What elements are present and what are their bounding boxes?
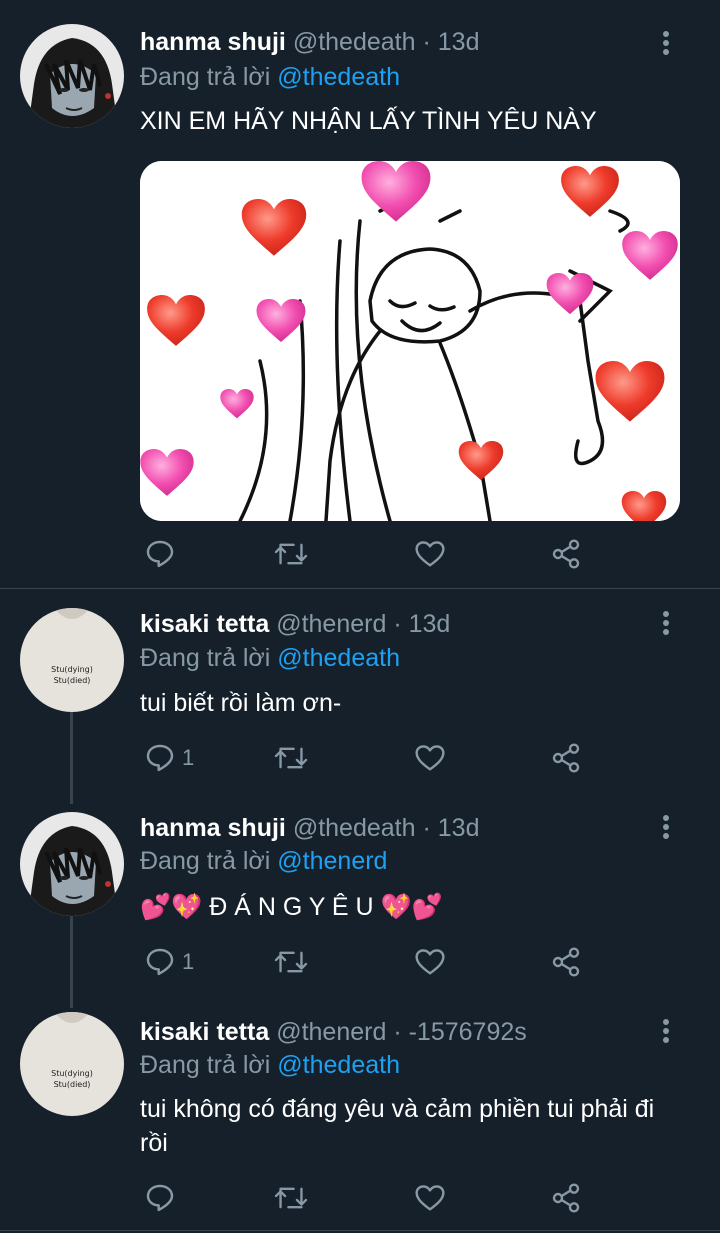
tweet-media-image[interactable]: [140, 161, 680, 521]
share-icon: [552, 1183, 580, 1213]
more-options-button[interactable]: [656, 28, 676, 58]
hearts-meme-image: [140, 161, 680, 521]
user-handle[interactable]: @thedeath: [293, 814, 416, 842]
avatar[interactable]: Stu(dying) Stu(died): [20, 1012, 124, 1116]
anime-avatar-icon: [20, 812, 124, 916]
tweet[interactable]: Stu(dying) Stu(died) kisaki tetta @thene…: [0, 604, 720, 804]
tweet[interactable]: hanma shuji @thedeath · 13d Đang trả lời…: [0, 808, 720, 1008]
tweet[interactable]: Stu(dying) Stu(died) kisaki tetta @thene…: [0, 1012, 720, 1230]
like-button[interactable]: [414, 1178, 446, 1218]
divider: [0, 1230, 720, 1231]
tweet-actions: 1: [140, 942, 610, 982]
avatar[interactable]: [20, 812, 124, 916]
retweet-button[interactable]: [274, 738, 308, 778]
reply-icon: [146, 540, 174, 568]
more-options-button[interactable]: [656, 608, 676, 638]
reply-icon: [146, 1184, 174, 1212]
retweet-icon: [274, 1187, 308, 1209]
anime-avatar-icon: [20, 24, 124, 128]
reply-button[interactable]: [144, 1178, 182, 1218]
tweet-text: 💕💖 Đ Á N G Y Ê U 💖💕: [140, 893, 443, 921]
tweet-actions: [140, 1178, 610, 1218]
shirt-text-line1: Stu(dying): [51, 665, 93, 674]
share-button[interactable]: [550, 1178, 582, 1218]
reply-context: Đang trả lời @thedeath: [140, 1048, 400, 1082]
retweet-button[interactable]: [274, 1178, 308, 1218]
reply-prefix: Đang trả lời: [140, 644, 278, 672]
heart-icon: [415, 1185, 445, 1211]
reply-context: Đang trả lời @thenerd: [140, 844, 387, 878]
reply-icon: [146, 744, 174, 772]
share-icon: [552, 947, 580, 977]
avatar[interactable]: [20, 24, 124, 128]
retweet-button[interactable]: [274, 534, 308, 574]
tweet-text: tui biết rồi làm ơn-: [140, 689, 342, 717]
like-button[interactable]: [414, 942, 446, 982]
reply-count: 1: [182, 745, 195, 770]
display-name[interactable]: kisaki tetta: [140, 610, 269, 638]
tweet-text: XIN EM HÃY NHẬN LẤY TÌNH YÊU NÀY: [140, 107, 597, 135]
reply-mention-link[interactable]: @thedeath: [277, 1051, 400, 1079]
share-button[interactable]: [550, 738, 582, 778]
heart-icon: [415, 745, 445, 771]
user-handle[interactable]: @thedeath: [293, 28, 416, 56]
reply-mention-link[interactable]: @thedeath: [277, 644, 400, 672]
timestamp[interactable]: · 13d: [393, 610, 450, 638]
reply-button[interactable]: 1: [144, 738, 194, 778]
reply-context: Đang trả lời @thedeath: [140, 60, 400, 94]
share-button[interactable]: [550, 534, 582, 574]
retweet-icon: [274, 951, 308, 973]
divider: [0, 588, 720, 589]
shirt-text-line2: Stu(died): [54, 676, 91, 685]
reply-context: Đang trả lời @thedeath: [140, 641, 400, 675]
retweet-icon: [274, 747, 308, 769]
display-name[interactable]: kisaki tetta: [140, 1018, 269, 1046]
display-name[interactable]: hanma shuji: [140, 814, 286, 842]
more-options-button[interactable]: [656, 812, 676, 842]
tweet-text: tui không có đáng yêu và cảm phiền tui p…: [140, 1095, 655, 1157]
user-handle[interactable]: @thenerd: [276, 610, 386, 638]
user-handle[interactable]: @thenerd: [276, 1018, 386, 1046]
like-button[interactable]: [414, 738, 446, 778]
more-options-button[interactable]: [656, 1016, 676, 1046]
share-icon: [552, 539, 580, 569]
timestamp[interactable]: · 13d: [422, 28, 479, 56]
share-button[interactable]: [550, 942, 582, 982]
shirt-avatar-icon: Stu(dying) Stu(died): [20, 1012, 124, 1116]
share-icon: [552, 743, 580, 773]
tweet-actions: [140, 534, 610, 574]
reply-prefix: Đang trả lời: [140, 1051, 278, 1079]
reply-icon: [146, 948, 174, 976]
reply-count: 1: [182, 949, 195, 974]
display-name[interactable]: hanma shuji: [140, 28, 286, 56]
reply-prefix: Đang trả lời: [140, 847, 278, 875]
like-button[interactable]: [414, 534, 446, 574]
retweet-button[interactable]: [274, 942, 308, 982]
shirt-text-line1: Stu(dying): [51, 1069, 93, 1078]
reply-mention-link[interactable]: @thedeath: [277, 63, 400, 91]
timestamp[interactable]: · -1576792s: [393, 1018, 526, 1046]
reply-button[interactable]: [144, 534, 182, 574]
reply-prefix: Đang trả lời: [140, 63, 278, 91]
retweet-icon: [274, 543, 308, 565]
heart-icon: [415, 541, 445, 567]
tweet-actions: 1: [140, 738, 610, 778]
reply-button[interactable]: 1: [144, 942, 194, 982]
shirt-avatar-icon: Stu(dying) Stu(died): [20, 608, 124, 712]
reply-mention-link[interactable]: @thenerd: [277, 847, 387, 875]
tweet[interactable]: hanma shuji @thedeath · 13d Đang trả lời…: [0, 0, 720, 588]
shirt-text-line2: Stu(died): [54, 1080, 91, 1089]
timestamp[interactable]: · 13d: [422, 814, 479, 842]
heart-icon: [415, 949, 445, 975]
avatar[interactable]: Stu(dying) Stu(died): [20, 608, 124, 712]
